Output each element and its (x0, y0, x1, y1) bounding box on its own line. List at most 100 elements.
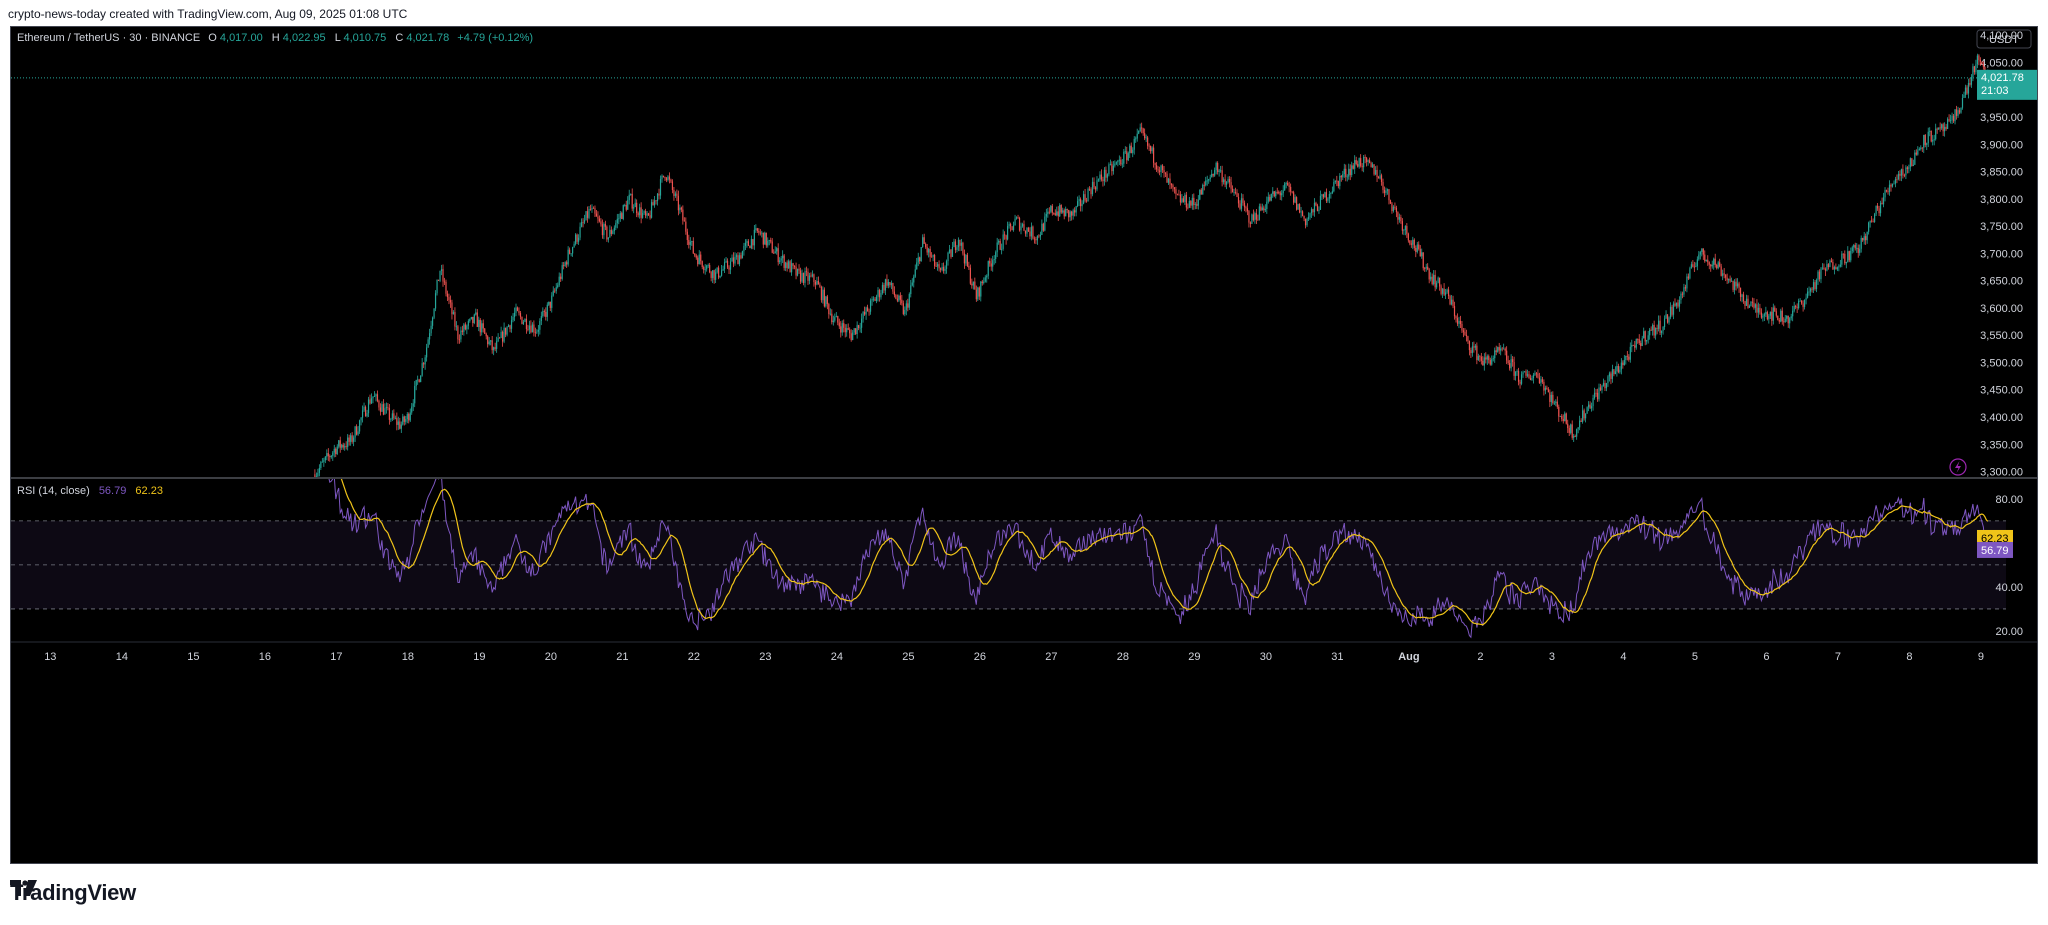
candle-body (429, 333, 431, 340)
candle-body (1751, 301, 1754, 303)
candle-body (537, 329, 539, 332)
candle-body (1571, 424, 1573, 438)
candle-body (364, 406, 367, 417)
candle-body (1537, 373, 1539, 378)
candle-body (1163, 170, 1165, 173)
candle-body (866, 307, 869, 312)
candle-body (1458, 320, 1460, 324)
rsi-value-tag: 56.79 (1981, 545, 2009, 557)
candle-body (1099, 174, 1101, 180)
rsi-tick-label: 80.00 (1995, 494, 2023, 506)
candle-body (1583, 410, 1585, 419)
candle-body (335, 448, 337, 455)
candle-body (878, 290, 881, 298)
candle-body (478, 319, 480, 327)
candle-body (938, 264, 940, 269)
chart-area[interactable]: Ethereum / TetherUS · 30 · BINANCE O 4,0… (10, 26, 2038, 864)
candle-body (1057, 211, 1059, 217)
candle-body (1427, 266, 1429, 270)
candle-body (656, 193, 659, 202)
candle-body (910, 285, 912, 295)
candle-body (1602, 383, 1605, 386)
candle-body (811, 274, 814, 277)
candle-body (1829, 260, 1831, 268)
candle-body (583, 220, 586, 223)
candle-body (1704, 254, 1706, 262)
candle-body (1188, 201, 1190, 208)
candle-body (643, 211, 645, 214)
candle-body (1208, 179, 1210, 181)
candle-body (1050, 205, 1052, 212)
candle-body (725, 260, 727, 263)
candle-body (1197, 199, 1199, 206)
candle-body (875, 296, 878, 301)
candle-body (823, 289, 825, 307)
chart-svg[interactable]: Ethereum / TetherUS · 30 · BINANCE O 4,0… (11, 27, 2037, 863)
candle-body (686, 231, 688, 240)
candle-body (440, 269, 443, 271)
candle-body (1008, 224, 1010, 227)
candle-body (792, 263, 794, 266)
candle-body (869, 300, 872, 312)
candle-body (1351, 165, 1353, 175)
candle-body (858, 325, 860, 328)
candle-body (1108, 164, 1110, 175)
candle-body (1665, 314, 1667, 319)
candle-body (1516, 371, 1518, 372)
candle-body (718, 267, 720, 278)
candle-body (1370, 162, 1372, 167)
time-axis[interactable]: 13 14 15 16 17 18 19 20 21 22 23 24 25 26 27 28 29 30 31 Au… (44, 651, 1984, 663)
candle-body (420, 375, 422, 383)
candle-body (1325, 192, 1328, 201)
candle-body (658, 193, 660, 196)
candle-body (1376, 169, 1378, 178)
candle-body (1978, 55, 1980, 61)
candle-body (396, 417, 398, 425)
candle-body (1556, 401, 1558, 407)
candle-body (1872, 221, 1874, 223)
candle-body (1018, 217, 1021, 231)
candle-body (1237, 196, 1240, 204)
candle-body (1118, 159, 1120, 161)
candle-body (1184, 194, 1186, 202)
candle-body (1979, 60, 1981, 62)
candle-body (1909, 158, 1911, 168)
candle-body (789, 261, 791, 273)
candle-body (1078, 199, 1080, 202)
candle-body (984, 277, 986, 282)
candle-body (1367, 160, 1369, 162)
candle-body (646, 213, 648, 216)
candle-body (1638, 339, 1640, 344)
symbol-title: Ethereum / TetherUS · 30 · BINANCE (17, 32, 200, 44)
candle-body (423, 363, 425, 365)
candle-body (348, 437, 350, 442)
lightning-icon[interactable] (1949, 458, 1967, 476)
candle-body (1900, 169, 1903, 176)
candle-body (1689, 268, 1691, 279)
candle-body (1147, 137, 1149, 146)
candle-body (448, 297, 450, 301)
candle-body (992, 260, 994, 267)
candle-body (1884, 190, 1886, 198)
candle-body (356, 426, 358, 435)
candle-body (461, 330, 463, 332)
price-tick-label: 4,050.00 (1980, 57, 2023, 69)
candle-body (944, 268, 946, 271)
candle-body (649, 215, 651, 218)
candle-body (1354, 160, 1356, 169)
candle-body (1736, 283, 1739, 287)
candle-body (1860, 237, 1862, 249)
candle-body (1894, 179, 1897, 184)
candle-body (408, 414, 410, 421)
candle-body (1535, 373, 1538, 375)
candle-body (862, 311, 864, 319)
candle-body (1296, 197, 1298, 210)
candle-body (490, 340, 492, 342)
candle-body (344, 446, 346, 448)
candle-body (315, 476, 317, 477)
candle-body (1245, 207, 1247, 209)
candle-body (1771, 311, 1773, 321)
candle-body (1684, 287, 1687, 289)
candle-body (706, 265, 708, 270)
candle-body (1601, 385, 1603, 391)
